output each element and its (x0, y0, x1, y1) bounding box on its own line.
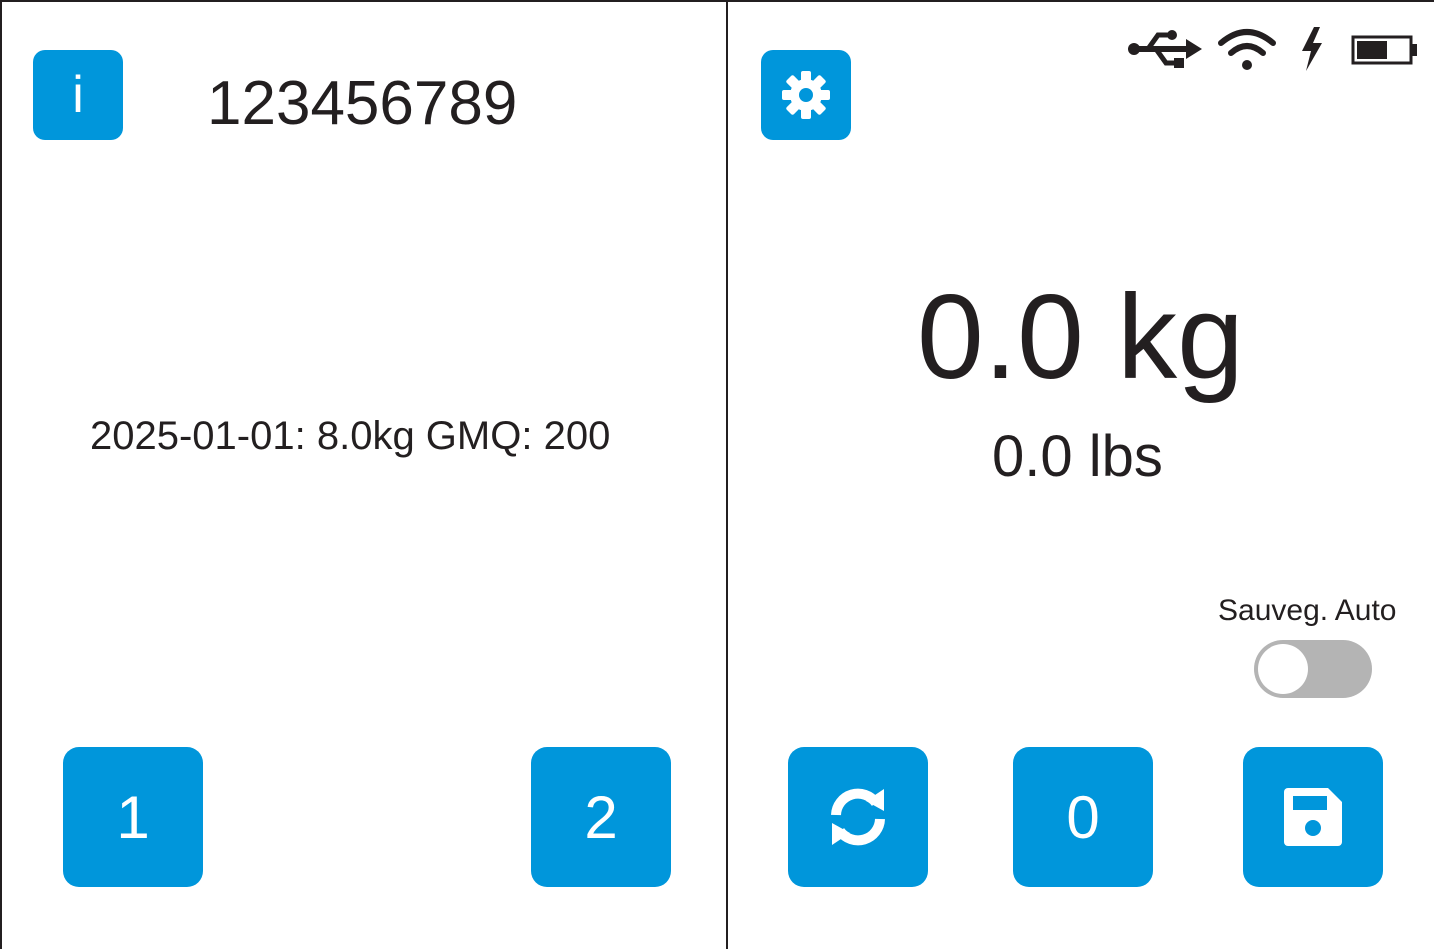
settings-button[interactable] (761, 50, 851, 140)
refresh-button[interactable] (788, 747, 928, 887)
bolt-icon (1302, 27, 1322, 71)
last-record: 2025-01-01: 8.0kg GMQ: 200 (90, 414, 611, 458)
gear-icon (782, 71, 830, 119)
usb-icon (1128, 30, 1202, 68)
button-2-label: 2 (584, 783, 618, 851)
zero-button-label: 0 (1066, 783, 1100, 851)
auto-save-toggle[interactable] (1254, 640, 1372, 698)
weight-lbs-readout: 0.0 lbs (992, 424, 1163, 489)
info-icon: i (72, 66, 84, 124)
button-1[interactable]: 1 (63, 747, 203, 887)
device-id: 123456789 (207, 69, 518, 138)
zero-button[interactable]: 0 (1013, 747, 1153, 887)
toggle-knob (1258, 644, 1308, 694)
battery-icon (1351, 35, 1417, 65)
save-button[interactable] (1243, 747, 1383, 887)
auto-save-label: Sauveg. Auto (1218, 594, 1397, 627)
button-2[interactable]: 2 (531, 747, 671, 887)
weight-kg-readout: 0.0 kg (917, 270, 1244, 404)
info-button[interactable]: i (33, 50, 123, 140)
save-icon (1284, 788, 1342, 846)
wifi-icon (1218, 29, 1276, 70)
panel-divider (726, 0, 728, 949)
screen-frame (0, 0, 1434, 949)
button-1-label: 1 (116, 783, 150, 851)
refresh-icon (831, 788, 885, 846)
